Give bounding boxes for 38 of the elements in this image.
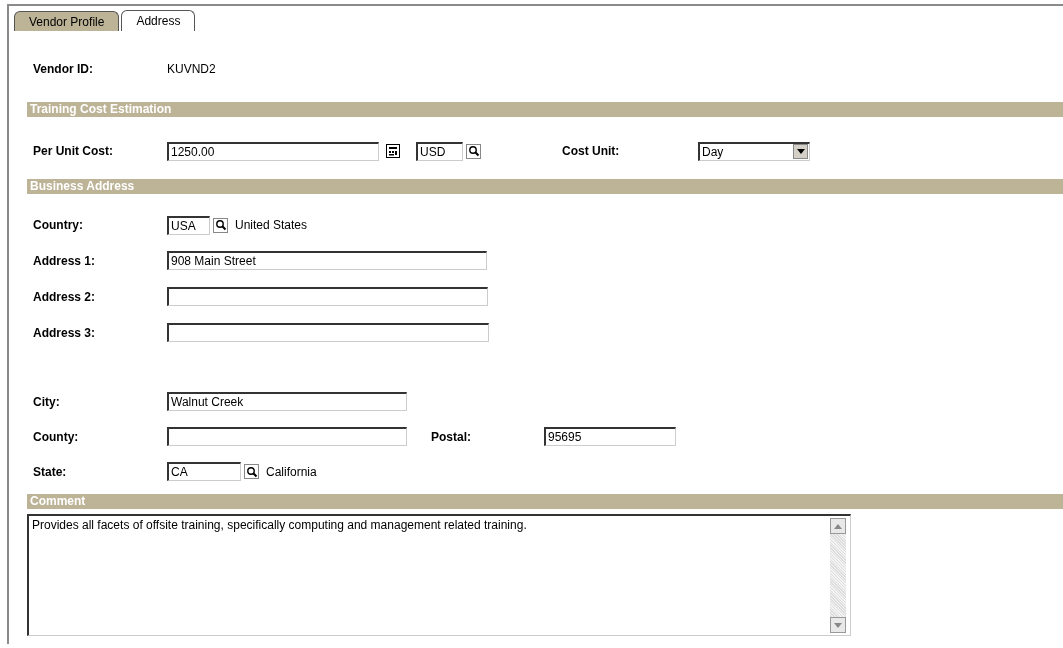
field-label: Address 2: — [32, 289, 97, 304]
section-header: Business Address — [27, 179, 1063, 194]
state-field[interactable]: CA — [167, 462, 241, 481]
text-field[interactable] — [167, 427, 407, 446]
field-label: Vendor ID: — [32, 62, 94, 76]
search-icon[interactable] — [213, 217, 228, 233]
calculator-icon[interactable] — [386, 144, 400, 158]
tab[interactable]: Address — [121, 10, 196, 31]
text-field[interactable] — [167, 323, 489, 342]
field-label: Address 1: — [32, 253, 97, 268]
scroll-up-icon[interactable] — [830, 518, 846, 534]
search-icon[interactable] — [466, 143, 481, 159]
currency-field[interactable]: USD — [416, 141, 463, 161]
field-value: KUVND2 — [167, 62, 216, 76]
section-header: Comment — [27, 494, 1063, 509]
field-label: Address 3: — [32, 325, 97, 340]
comment-field[interactable]: Provides all facets of offsite training, specifically computing and management related training. — [27, 514, 851, 636]
country-field[interactable]: USA — [167, 215, 210, 235]
section-header: Training Cost Estimation — [27, 102, 1063, 117]
text-field[interactable]: 95695 — [544, 427, 676, 446]
text-field[interactable]: 1250.00 — [167, 141, 379, 161]
field-label: Cost Unit: — [561, 144, 621, 158]
text-field[interactable]: 908 Main Street — [167, 251, 487, 270]
tab[interactable]: Vendor Profile — [14, 11, 120, 31]
field-label: Country: — [32, 218, 84, 232]
field-label: Postal: — [430, 429, 472, 444]
text-field[interactable]: Walnut Creek — [167, 392, 407, 411]
field-label: City: — [32, 394, 61, 409]
state-name: California — [266, 464, 317, 479]
scrollbar[interactable] — [830, 518, 846, 633]
field-label: County: — [32, 429, 80, 444]
dropdown[interactable]: Day — [698, 141, 810, 161]
scroll-down-icon[interactable] — [830, 617, 846, 633]
field-label: State: — [32, 464, 68, 479]
field-label: Per Unit Cost: — [32, 144, 114, 158]
text-field[interactable] — [167, 287, 488, 306]
search-icon[interactable] — [244, 464, 259, 479]
country-name: United States — [235, 218, 308, 232]
